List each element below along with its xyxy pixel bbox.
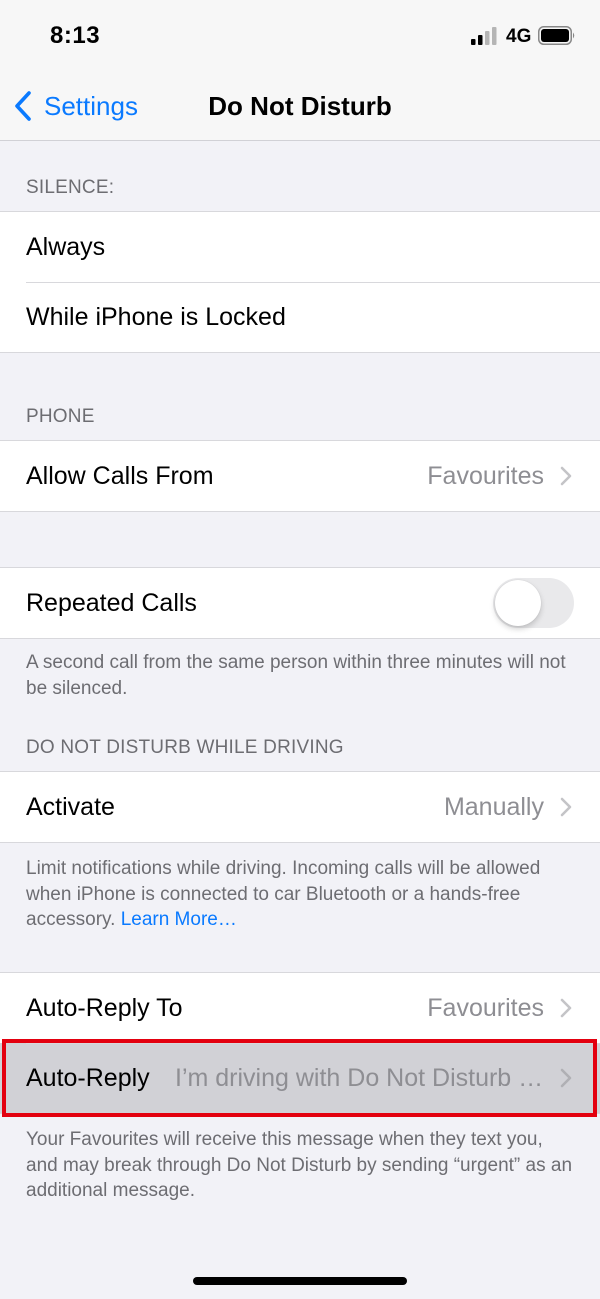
repeated-calls-note: A second call from the same person withi… [26,652,566,699]
phone-group: Allow Calls From Favourites [0,440,600,512]
silence-option-always[interactable]: Always [0,212,600,282]
network-label: 4G [506,26,532,47]
silence-option-while-locked[interactable]: While iPhone is Locked [0,282,600,352]
row-label: Allow Calls From [26,461,214,490]
activate-row[interactable]: Activate Manually [0,772,600,842]
auto-reply-note: Your Favourites will receive this messag… [26,1129,573,1201]
battery-icon [538,26,575,45]
repeated-calls-row: Repeated Calls [0,568,600,638]
driving-note: Limit notifications while driving. Incom… [26,856,578,933]
auto-reply-group: Auto-Reply To Favourites Auto-Reply I’m … [0,972,600,1114]
section-header-phone: PHONE [26,406,95,427]
allow-calls-from-row[interactable]: Allow Calls From Favourites [0,441,600,511]
learn-more-link[interactable]: Learn More… [121,909,237,930]
section-header-driving: DO NOT DISTURB WHILE DRIVING [26,737,344,758]
chevron-right-icon [560,797,572,817]
home-indicator[interactable] [193,1277,407,1285]
status-time: 8:13 [50,22,101,49]
navigation-bar: Do Not Disturb Settings [0,70,600,141]
chevron-right-icon [560,466,572,486]
toggle-knob [495,580,541,626]
chevron-right-icon [560,998,572,1018]
driving-group: Activate Manually [0,771,600,843]
back-label: Settings [44,90,138,121]
row-label: Auto-Reply To [26,993,183,1022]
row-label: Repeated Calls [26,588,197,617]
row-label: While iPhone is Locked [26,302,286,331]
row-value: Favourites [427,993,544,1022]
auto-reply-message: I’m driving with Do Not Disturb While Dr… [175,1063,544,1092]
row-label: Auto-Reply [26,1063,150,1092]
silence-group: Always While iPhone is Locked [0,211,600,353]
row-value: Manually [443,792,544,821]
chevron-left-icon [15,91,31,121]
cellular-signal-icon [471,27,497,45]
repeated-calls-group: Repeated Calls [0,567,600,639]
row-label: Always [26,232,106,261]
auto-reply-row[interactable]: Auto-Reply I’m driving with Do Not Distu… [0,1043,600,1113]
row-label: Activate [26,792,115,821]
status-bar: 8:13 4G [0,0,600,70]
back-button[interactable]: Settings [12,88,138,124]
driving-note-text: Limit notifications while driving. Incom… [26,858,541,930]
auto-reply-to-row[interactable]: Auto-Reply To Favourites [0,973,600,1043]
row-value: Favourites [427,461,544,490]
section-header-silence: SILENCE: [26,177,115,198]
repeated-calls-toggle[interactable] [493,578,574,628]
chevron-right-icon [560,1068,572,1088]
